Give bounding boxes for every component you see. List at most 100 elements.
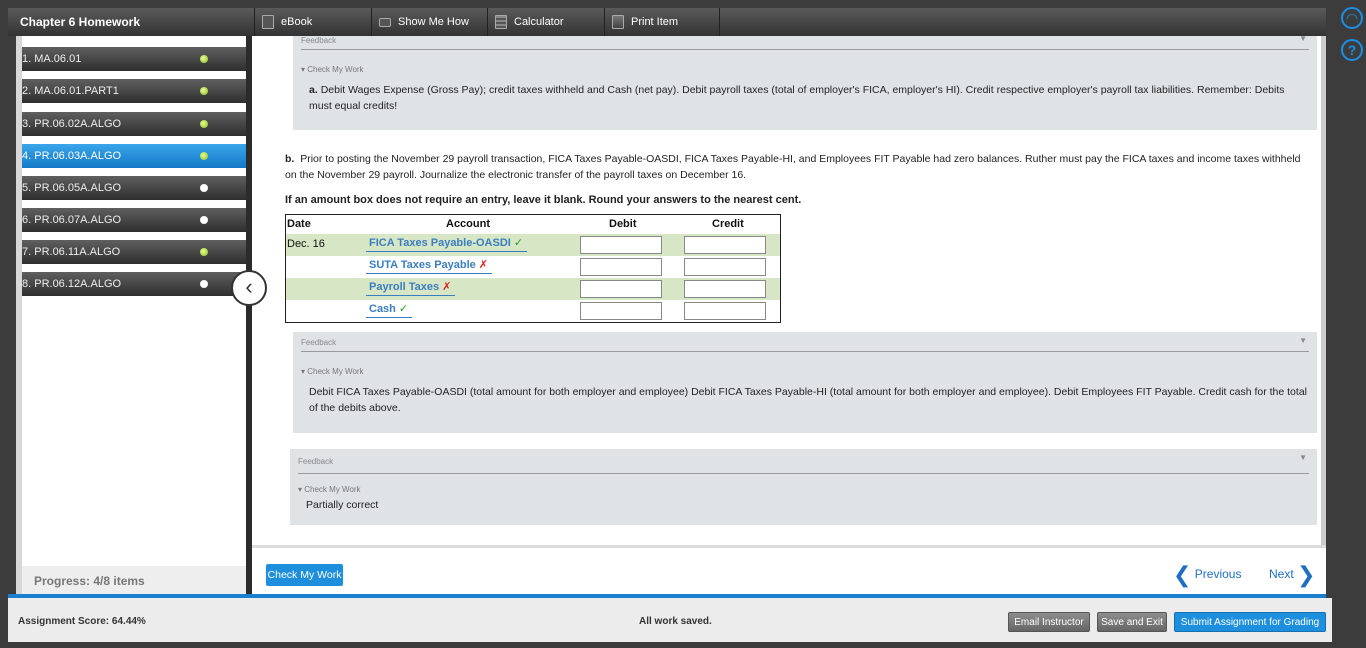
x-mark-icon: ✗ (442, 281, 452, 293)
incomplete-dot-icon (200, 216, 208, 224)
question-label: 5. PR.06.05A.ALGO (22, 182, 122, 194)
question-label: 4. PR.06.03A.ALGO (22, 150, 122, 162)
headset-icon[interactable]: ◠ (1341, 7, 1363, 29)
journal-table: Date Account Debit Credit Dec. 16 FICA T… (285, 214, 781, 323)
account-header: Account (446, 218, 490, 230)
question-item-2[interactable]: 2. MA.06.01.PART1 (22, 79, 246, 103)
show-me-how-label: Show Me How (398, 16, 469, 28)
account-select[interactable]: Payroll Taxes ✗ (366, 280, 456, 296)
video-camera-icon (379, 18, 391, 27)
account-name: FICA Taxes Payable-OASDI (369, 237, 511, 249)
save-and-exit-button[interactable]: Save and Exit (1097, 612, 1167, 632)
account-select[interactable]: FICA Taxes Payable-OASDI ✓ (366, 236, 528, 252)
checkmark-icon: ✓ (398, 303, 409, 315)
part-prefix: a. (309, 84, 318, 96)
debit-input[interactable] (580, 258, 662, 276)
account-select[interactable]: Cash ✓ (366, 302, 413, 318)
question-item-7[interactable]: 7. PR.06.11A.ALGO (22, 240, 246, 264)
credit-input[interactable] (684, 302, 766, 320)
account-name: Cash (369, 303, 396, 315)
check-my-work-toggle[interactable]: ▾ Check My Work (301, 367, 364, 376)
email-instructor-button[interactable]: Email Instructor (1008, 612, 1090, 632)
collapse-arrow-icon[interactable]: ▼ (1299, 36, 1307, 43)
show-me-how-button[interactable]: Show Me How (371, 8, 487, 36)
entry-date: Dec. 16 (287, 238, 325, 250)
check-my-work-button[interactable]: Check My Work (266, 564, 343, 586)
credit-header: Credit (712, 218, 744, 230)
question-label: 1. MA.06.01 (22, 53, 82, 65)
collapse-arrow-icon[interactable]: ▼ (1299, 336, 1307, 345)
checkmark-icon: ✓ (513, 237, 524, 249)
question-label: 6. PR.06.07A.ALGO (22, 214, 122, 226)
save-status: All work saved. (639, 616, 712, 627)
part-prefix: b. (285, 153, 295, 165)
divider (301, 49, 1309, 50)
x-mark-icon: ✗ (478, 259, 489, 271)
collapse-arrow-icon[interactable]: ▼ (1299, 453, 1307, 462)
part-b-text: Prior to posting the November 29 payroll… (285, 153, 1301, 181)
check-my-work-toggle[interactable]: ▾ Check My Work (301, 65, 364, 74)
account-select[interactable]: SUTA Taxes Payable ✗ (366, 258, 493, 274)
divider (298, 473, 1309, 474)
question-item-4[interactable]: 4. PR.06.03A.ALGO (22, 144, 246, 168)
question-item-8[interactable]: 8. PR.06.12A.ALGO (22, 272, 246, 296)
previous-label: Previous (1194, 567, 1242, 581)
debit-input[interactable] (580, 280, 662, 298)
collapse-panel-button[interactable]: ‹ (231, 270, 267, 306)
toolbar-divider (719, 8, 720, 36)
calculator-button[interactable]: Calculator (487, 8, 604, 36)
check-my-work-label: Check My Work (307, 65, 364, 74)
question-item-6[interactable]: 6. PR.06.07A.ALGO (22, 208, 246, 232)
print-item-button[interactable]: Print Item (604, 8, 719, 36)
question-item-3[interactable]: 3. PR.06.02A.ALGO (22, 112, 246, 136)
journal-row: Cash ✓ (286, 300, 780, 322)
incomplete-dot-icon (200, 184, 208, 192)
progress-label: Progress: 4/8 items (34, 574, 145, 588)
credit-input[interactable] (684, 258, 766, 276)
question-content: Feedback ▼ ▾ Check My Work a. Debit Wage… (252, 36, 1326, 545)
chevron-left-icon: ‹ (245, 274, 253, 299)
debit-input[interactable] (580, 302, 662, 320)
debit-header: Debit (609, 218, 637, 230)
feedback-title: Feedback (298, 457, 334, 466)
date-header: Date (287, 218, 311, 230)
check-my-work-label: Check My Work (307, 367, 364, 376)
print-item-label: Print Item (631, 16, 679, 28)
debit-input[interactable] (580, 236, 662, 254)
completed-dot-icon (200, 152, 208, 160)
content-scrollbar[interactable] (1321, 36, 1326, 545)
question-label: 2. MA.06.01.PART1 (22, 85, 119, 97)
account-name: SUTA Taxes Payable (369, 259, 476, 271)
ebook-button[interactable]: eBook (254, 8, 369, 36)
credit-input[interactable] (684, 280, 766, 298)
question-list-panel: 1. MA.06.01 2. MA.06.01.PART1 3. PR.06.0… (16, 36, 246, 594)
question-item-1[interactable]: 1. MA.06.01 (22, 47, 246, 71)
next-label: Next (1269, 567, 1294, 581)
check-my-work-toggle[interactable]: ▾ Check My Work (298, 485, 361, 494)
next-button[interactable]: Next ❯ (1269, 561, 1315, 588)
feedback-panel-overall: Feedback ▼ ▾ Check My Work Partially cor… (290, 449, 1317, 525)
completed-dot-icon (200, 120, 208, 128)
question-item-5[interactable]: 5. PR.06.05A.ALGO (22, 176, 246, 200)
check-my-work-label: Check My Work (304, 485, 361, 494)
completed-dot-icon (200, 248, 208, 256)
instruction-text: If an amount box does not require an ent… (285, 194, 802, 206)
calculator-label: Calculator (514, 16, 564, 28)
feedback-panel-b: Feedback ▼ ▾ Check My Work Debit FICA Ta… (293, 332, 1317, 433)
assignment-score: Assignment Score: 64.44% (18, 616, 146, 627)
help-icon[interactable]: ? (1341, 39, 1363, 61)
chapter-title: Chapter 6 Homework (20, 15, 141, 29)
app-window: Chapter 6 Homework eBook Show Me How Cal… (0, 0, 1366, 648)
previous-button[interactable]: ❮ Previous (1173, 561, 1241, 588)
completed-dot-icon (200, 87, 208, 95)
question-label: 3. PR.06.02A.ALGO (22, 118, 122, 130)
feedback-text: a. Debit Wages Expense (Gross Pay); cred… (309, 82, 1309, 114)
feedback-body: Debit FICA Taxes Payable-OASDI (total am… (309, 386, 1307, 414)
journal-row: Dec. 16 FICA Taxes Payable-OASDI ✓ (286, 234, 780, 256)
book-icon (262, 15, 274, 29)
divider (301, 351, 1309, 352)
credit-input[interactable] (684, 236, 766, 254)
question-label: 7. PR.06.11A.ALGO (22, 246, 121, 258)
question-footer (252, 545, 1326, 595)
submit-assignment-button[interactable]: Submit Assignment for Grading (1174, 612, 1326, 632)
